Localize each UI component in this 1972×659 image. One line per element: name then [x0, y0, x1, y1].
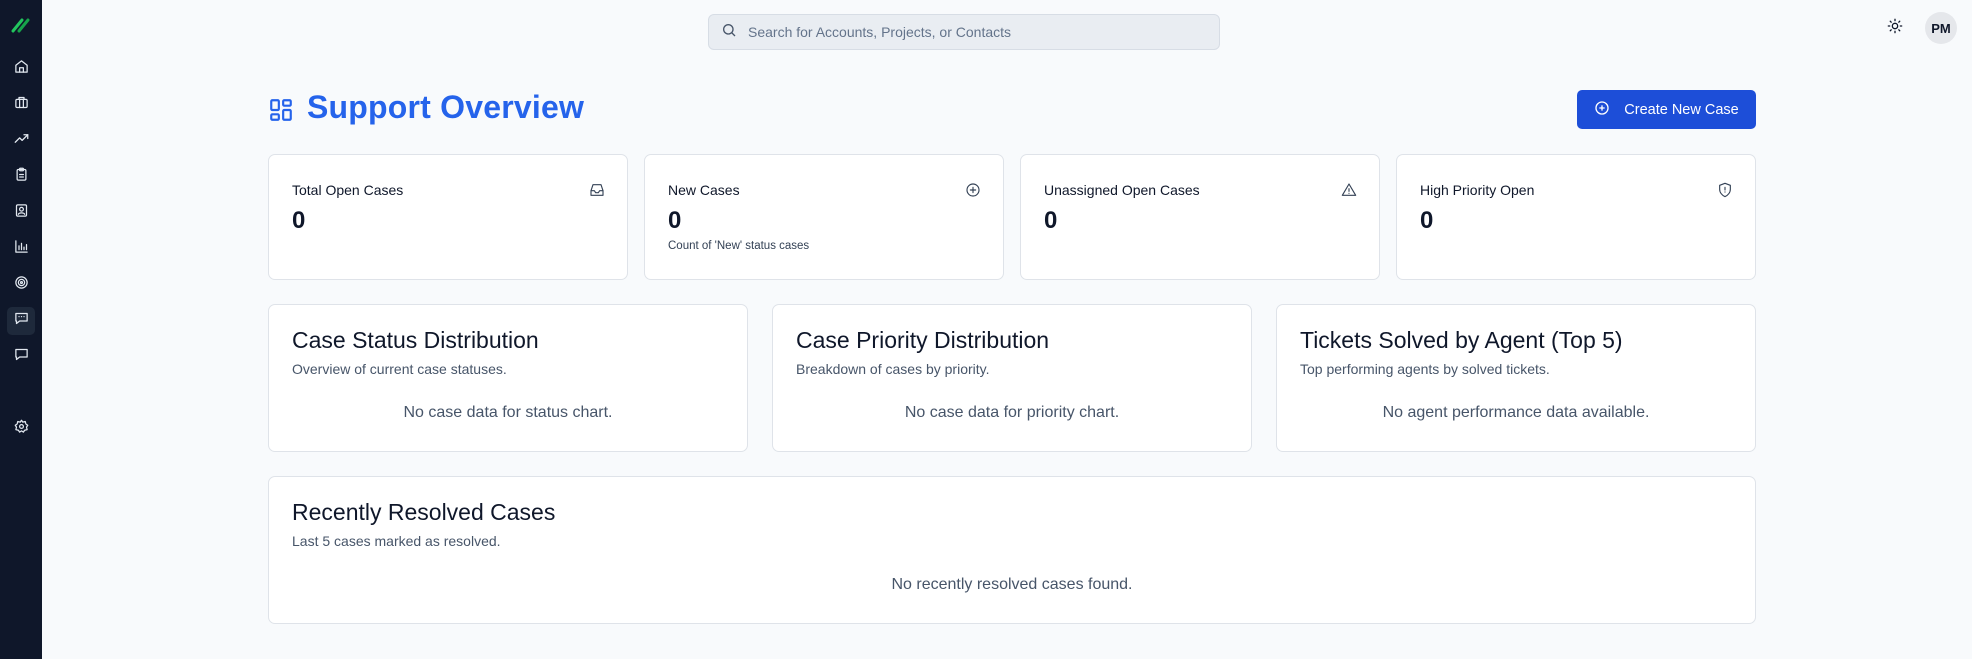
stat-value: 0 [1044, 207, 1058, 234]
recently-resolved-cases-panel: Recently Resolved Cases Last 5 cases mar… [268, 476, 1756, 624]
panel-title: Case Status Distribution [292, 327, 539, 353]
message-icon [14, 347, 29, 367]
stat-card-total-open: Total Open Cases 0 [268, 154, 628, 280]
panel-title: Case Priority Distribution [796, 327, 1050, 353]
app-logo-icon[interactable] [10, 14, 32, 34]
panel-subtitle: Last 5 cases marked as resolved. [292, 533, 501, 549]
search-icon [721, 22, 737, 43]
settings-icon [14, 419, 29, 439]
sidebar-item-reports[interactable] [7, 235, 35, 263]
plus-circle-icon [1594, 100, 1624, 120]
stat-value: 0 [292, 207, 306, 234]
panel-subtitle: Top performing agents by solved tickets. [1300, 361, 1550, 377]
alert-triangle-icon [1341, 182, 1357, 198]
search-input[interactable] [748, 24, 1188, 40]
bar-chart-icon [14, 239, 29, 259]
stat-label: Total Open Cases [292, 182, 404, 198]
trending-up-icon [14, 131, 29, 151]
panel-subtitle: Breakdown of cases by priority. [796, 361, 990, 377]
sidebar-item-goals[interactable] [7, 271, 35, 299]
stat-value: 0 [1420, 207, 1434, 234]
case-priority-distribution-panel: Case Priority Distribution Breakdown of … [772, 304, 1252, 452]
dashboard-icon [268, 97, 294, 123]
target-icon [14, 275, 29, 295]
sidebar-item-home[interactable] [7, 55, 35, 83]
empty-state-message: No case data for priority chart. [904, 404, 1120, 421]
tickets-solved-by-agent-panel: Tickets Solved by Agent (Top 5) Top perf… [1276, 304, 1756, 452]
panel-title: Tickets Solved by Agent (Top 5) [1300, 327, 1623, 353]
theme-toggle-button[interactable] [1887, 18, 1905, 36]
sidebar-item-accounts[interactable] [7, 91, 35, 119]
sidebar-item-contacts[interactable] [7, 199, 35, 227]
stat-label: Unassigned Open Cases [1044, 182, 1200, 198]
clipboard-icon [14, 167, 29, 187]
user-avatar[interactable]: PM [1925, 12, 1957, 44]
stat-subtext: Count of 'New' status cases [668, 240, 810, 252]
sun-icon [1887, 18, 1903, 38]
sidebar-item-projects[interactable] [7, 163, 35, 191]
global-search[interactable] [708, 14, 1220, 50]
empty-state-message: No recently resolved cases found. [891, 576, 1133, 593]
case-status-distribution-panel: Case Status Distribution Overview of cur… [268, 304, 748, 452]
sidebar-item-settings[interactable] [7, 415, 35, 443]
stat-label: High Priority Open [1420, 182, 1535, 198]
home-icon [14, 59, 29, 79]
stat-card-high-priority: High Priority Open 0 [1396, 154, 1756, 280]
create-new-case-label: Create New Case [1624, 101, 1739, 118]
stat-card-new-cases: New Cases 0 Count of 'New' status cases [644, 154, 1004, 280]
stat-value: 0 [668, 207, 682, 234]
stat-label: New Cases [668, 182, 740, 198]
empty-state-message: No agent performance data available. [1382, 404, 1650, 421]
briefcase-icon [14, 95, 29, 115]
empty-state-message: No case data for status chart. [403, 404, 613, 421]
sidebar-item-support[interactable] [7, 307, 35, 335]
sidebar-item-messages[interactable] [7, 343, 35, 371]
panel-title: Recently Resolved Cases [292, 499, 556, 525]
sidebar [0, 0, 42, 659]
shield-alert-icon [1717, 182, 1733, 198]
inbox-icon [589, 182, 605, 198]
panel-subtitle: Overview of current case statuses. [292, 361, 507, 377]
create-new-case-button[interactable]: Create New Case [1577, 90, 1756, 129]
plus-circle-icon [965, 182, 981, 198]
contact-icon [14, 203, 29, 223]
sidebar-item-pipeline[interactable] [7, 127, 35, 155]
support-message-icon [14, 311, 29, 331]
stat-card-unassigned: Unassigned Open Cases 0 [1020, 154, 1380, 280]
page-title: Support Overview [307, 89, 585, 125]
